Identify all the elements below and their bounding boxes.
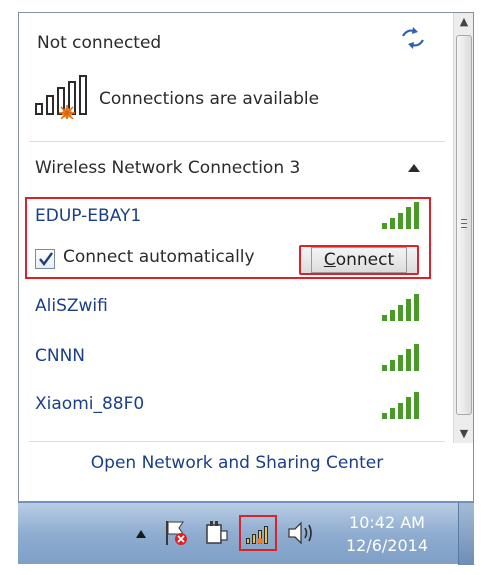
signal-strength-icon — [382, 392, 419, 419]
show-desktop-button[interactable] — [458, 503, 474, 565]
speaker-icon[interactable] — [286, 519, 316, 547]
connect-button[interactable]: Connect — [299, 245, 419, 275]
scroll-up-arrow[interactable]: ▲ — [454, 13, 474, 31]
show-hidden-icons-arrow[interactable] — [135, 529, 147, 539]
scrollbar[interactable]: ▲ ▼ — [453, 13, 473, 443]
connect-automatically-label[interactable]: Connect automatically — [63, 247, 255, 267]
network-tray-icon[interactable] — [245, 521, 273, 545]
connections-available-icon — [35, 75, 87, 119]
signal-strength-icon — [382, 344, 419, 371]
connect-button-label: Connect — [310, 247, 408, 273]
scroll-grip — [461, 219, 467, 228]
connection-status: Not connected — [37, 33, 162, 53]
refresh-icon[interactable] — [399, 27, 427, 49]
connect-label-rest: onnect — [335, 250, 395, 270]
connect-automatically-checkbox[interactable] — [35, 249, 55, 269]
action-center-flag-icon[interactable] — [163, 519, 189, 547]
clock-date: 12/6/2014 — [345, 536, 429, 555]
adapter-section-title: Wireless Network Connection 3 — [35, 158, 301, 178]
network-item[interactable]: AliSZwifi — [35, 296, 108, 316]
clock-time: 10:42 AM — [349, 513, 425, 532]
network-tray-highlight — [239, 515, 277, 551]
checkmark-icon — [39, 252, 53, 266]
power-icon[interactable] — [203, 519, 229, 547]
network-flyout: Not connected Connections are available … — [18, 12, 474, 502]
scroll-thumb[interactable] — [456, 35, 472, 415]
network-item[interactable]: Xiaomi_88F0 — [35, 394, 144, 414]
divider — [29, 141, 445, 142]
divider — [29, 441, 445, 442]
connect-accelerator-key: C — [323, 250, 336, 270]
connections-available-text: Connections are available — [99, 89, 320, 109]
taskbar: 10:42 AM 12/6/2014 — [18, 502, 474, 565]
network-item[interactable]: CNNN — [35, 346, 85, 366]
collapse-icon[interactable] — [407, 163, 421, 173]
scroll-down-arrow[interactable]: ▼ — [454, 425, 474, 443]
open-network-sharing-center-link[interactable]: Open Network and Sharing Center — [19, 453, 455, 473]
network-item-selected[interactable]: EDUP-EBAY1 — [35, 206, 141, 226]
taskbar-clock[interactable]: 10:42 AM 12/6/2014 — [332, 511, 442, 557]
signal-strength-icon — [382, 202, 419, 229]
signal-strength-icon — [382, 294, 419, 321]
